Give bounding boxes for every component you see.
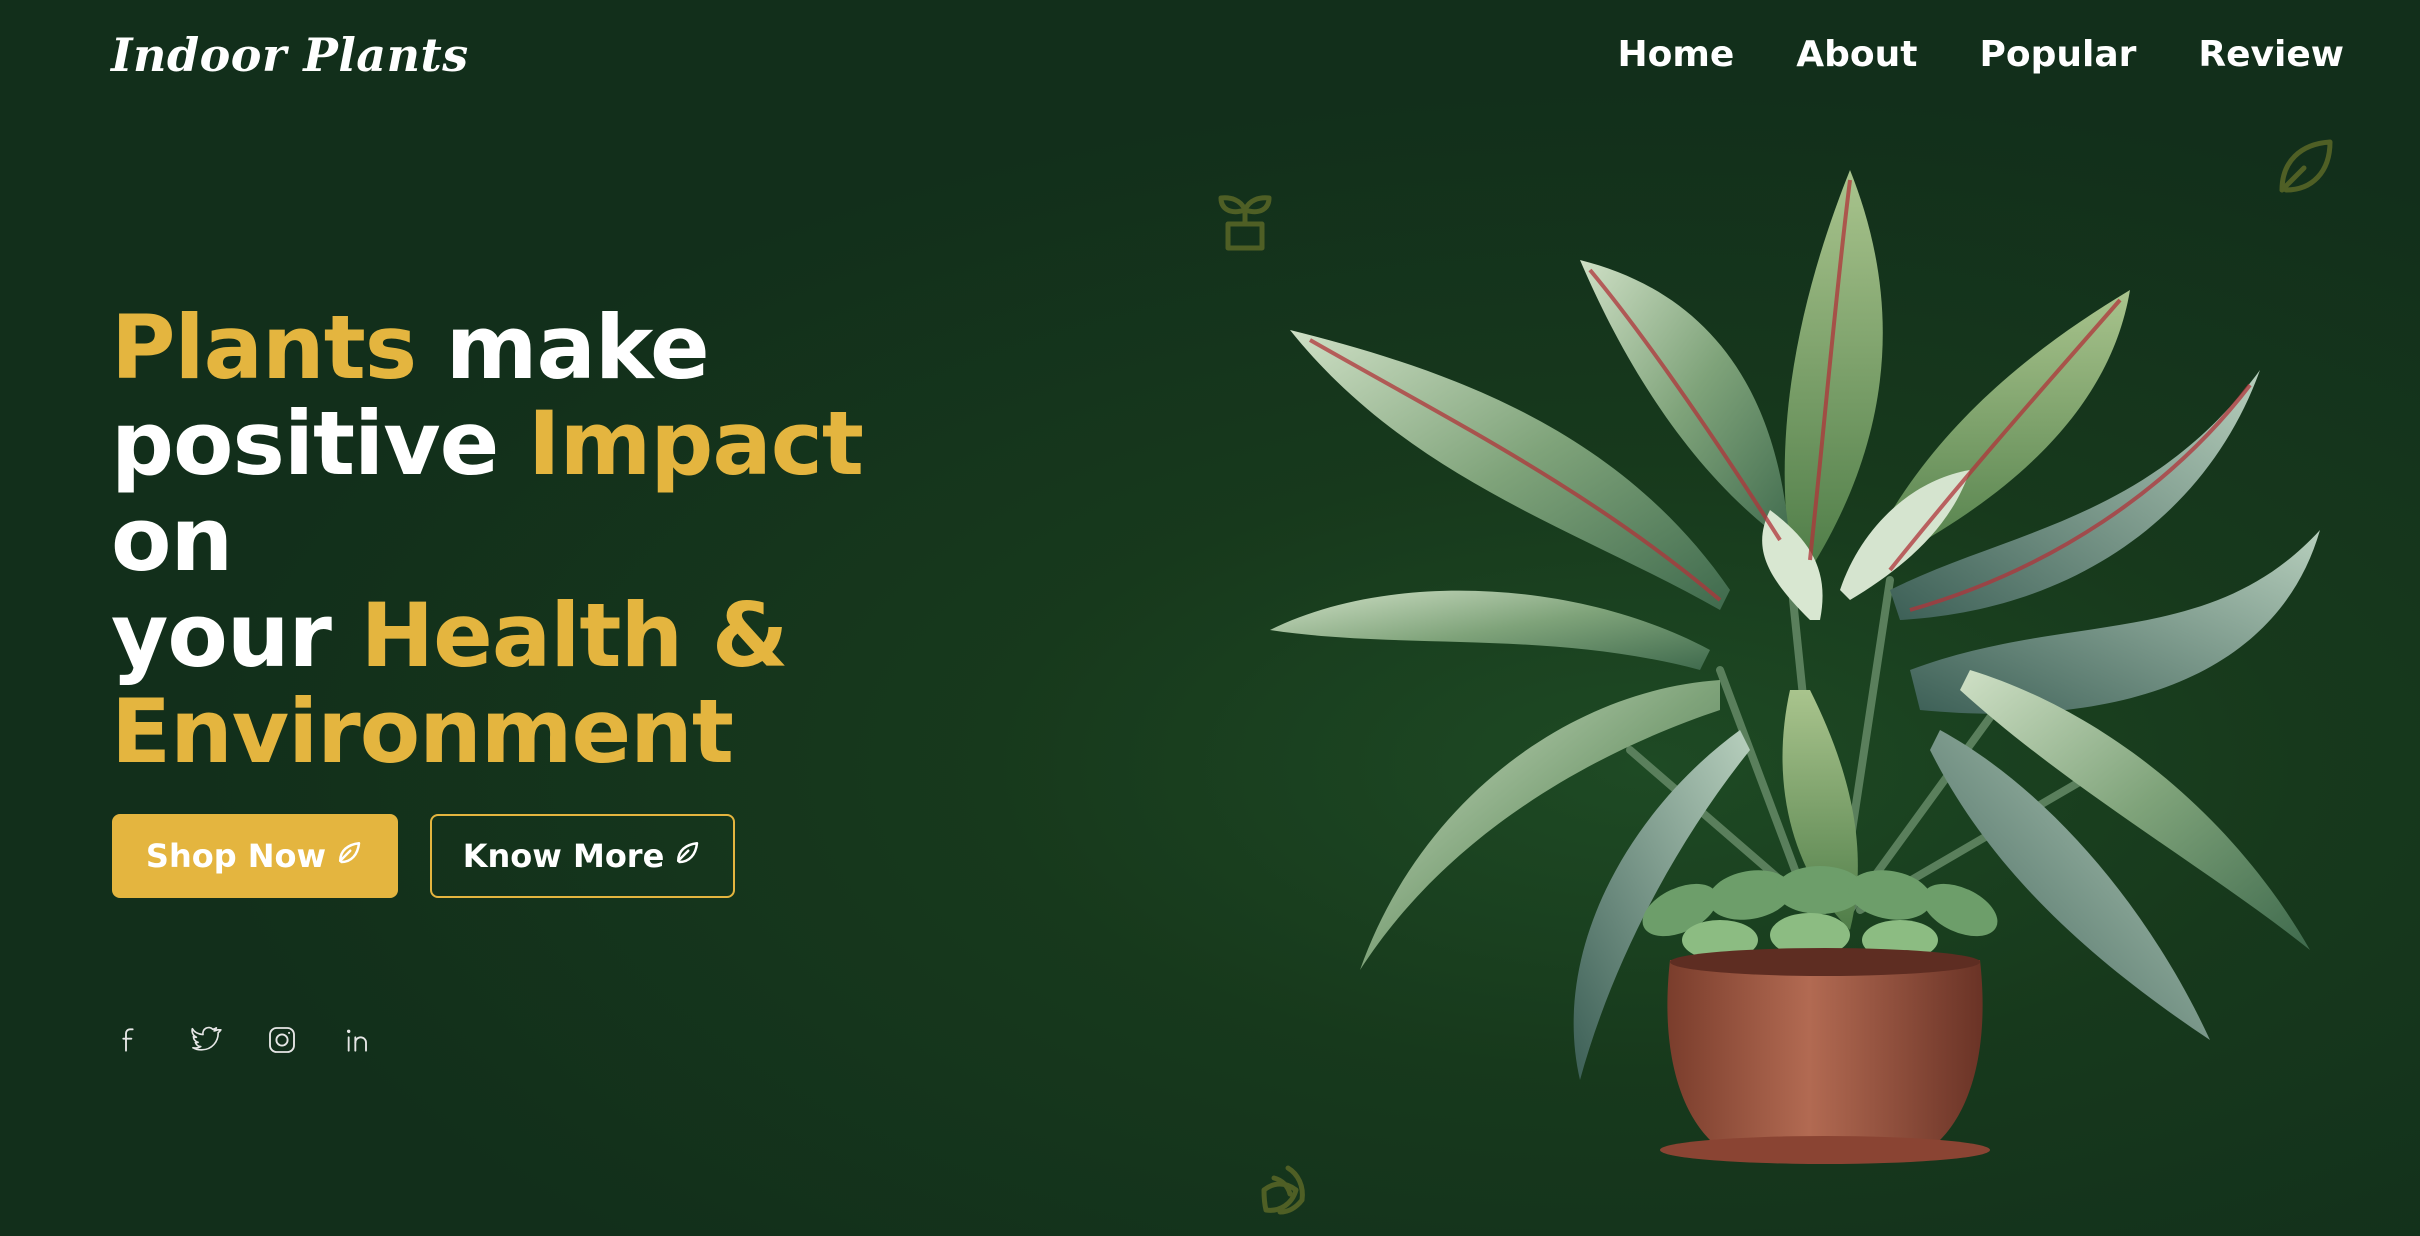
headline-word-your: your — [111, 584, 361, 687]
nav-about[interactable]: About — [1796, 34, 1917, 75]
leaf-icon — [672, 837, 702, 875]
shop-now-label: Shop Now — [145, 837, 327, 875]
headline-word-environment: Environment — [111, 680, 734, 783]
logo[interactable]: Indoor Plants — [111, 28, 469, 82]
headline-word-plants: Plants — [111, 296, 417, 399]
leaf-icon — [334, 837, 364, 875]
headline-word-impact: Impact — [527, 392, 864, 495]
facebook-icon[interactable] — [114, 1024, 146, 1056]
headline-word-make: make — [416, 296, 710, 399]
plant-image — [1250, 150, 2330, 1180]
linkedin-icon[interactable] — [342, 1024, 374, 1056]
headline-word-positive: positive — [111, 392, 528, 495]
nav-popular[interactable]: Popular — [1979, 34, 2136, 75]
shop-now-button[interactable]: Shop Now — [112, 814, 398, 898]
headline-word-on: on — [111, 488, 233, 591]
instagram-icon[interactable] — [266, 1024, 298, 1056]
know-more-button[interactable]: Know More — [430, 814, 735, 898]
hero-headline: Plants make positive Impact on your Heal… — [111, 300, 1011, 780]
headline-word-health: Health & — [360, 584, 789, 687]
nav-review[interactable]: Review — [2198, 34, 2344, 75]
social-links — [114, 1024, 374, 1056]
main-nav: Home About Popular Review — [1617, 34, 2344, 75]
nav-home[interactable]: Home — [1617, 34, 1734, 75]
twitter-icon[interactable] — [190, 1024, 222, 1056]
know-more-label: Know More — [462, 837, 665, 875]
